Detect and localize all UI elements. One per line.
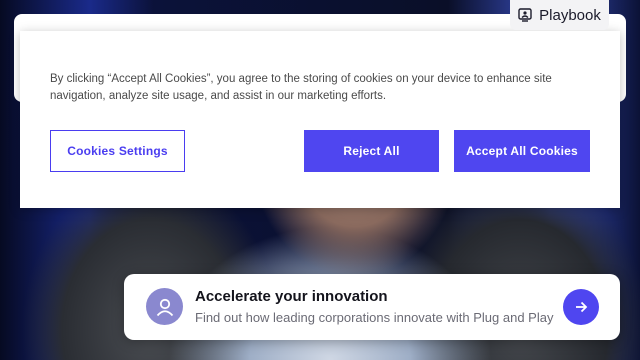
cookies-settings-button[interactable]: Cookies Settings	[50, 130, 185, 172]
presentation-icon	[518, 8, 532, 22]
promo-card[interactable]: Accelerate your innovation Find out how …	[124, 274, 620, 340]
cookie-consent-banner: By clicking “Accept All Cookies”, you ag…	[20, 31, 620, 208]
accept-all-cookies-button[interactable]: Accept All Cookies	[454, 130, 590, 172]
arrow-right-icon[interactable]	[563, 289, 599, 325]
cookie-consent-text: By clicking “Accept All Cookies”, you ag…	[50, 73, 552, 102]
promo-card-subtitle: Find out how leading corporations innova…	[195, 310, 554, 325]
user-icon	[146, 288, 183, 325]
playbook-label: Playbook	[539, 6, 601, 24]
reject-all-button[interactable]: Reject All	[304, 130, 439, 172]
promo-card-title: Accelerate your innovation	[195, 288, 388, 305]
playbook-link[interactable]: Playbook	[510, 0, 609, 30]
